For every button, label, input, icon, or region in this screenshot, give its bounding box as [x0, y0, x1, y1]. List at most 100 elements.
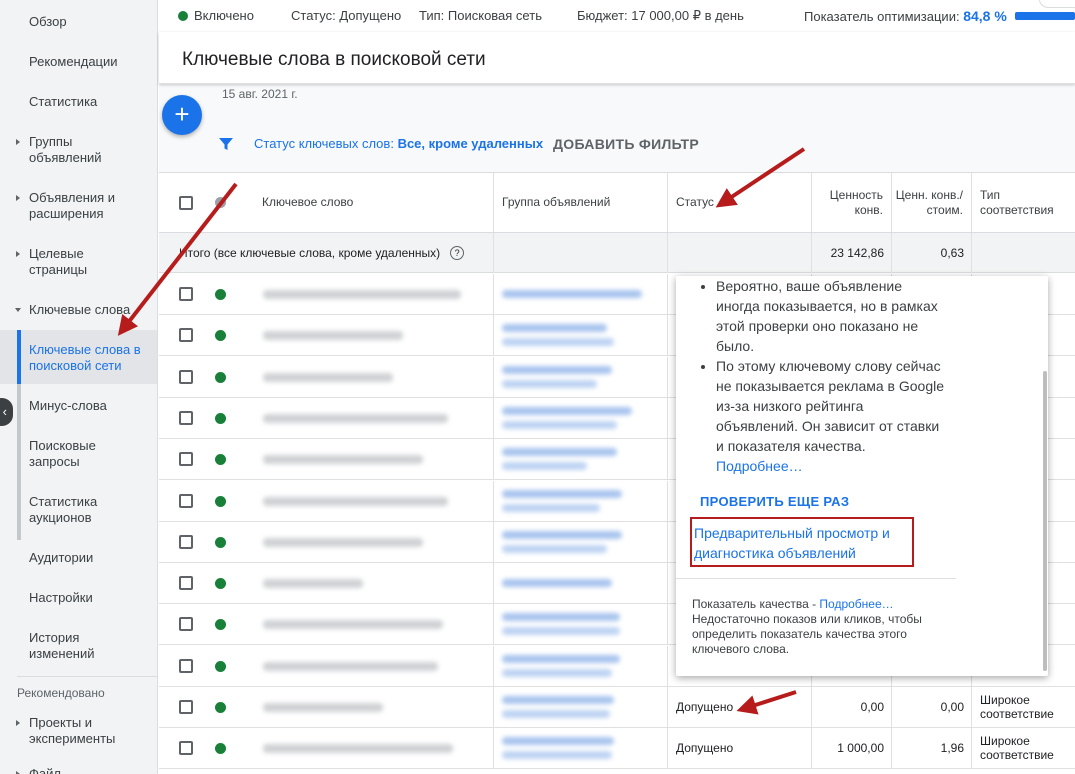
sidebar-item-recommendations[interactable]: Рекомендации — [0, 54, 157, 70]
sidebar-item-ads-extensions[interactable]: Объявления и расширения — [0, 190, 157, 222]
row-checkbox[interactable] — [179, 658, 193, 673]
col-divider — [493, 645, 494, 686]
sidebar-item-change-history[interactable]: История изменений — [0, 630, 157, 662]
conv-value-cell: 1 000,00 — [837, 741, 884, 756]
recheck-button[interactable]: ПРОВЕРИТЬ ЕЩЕ РАЗ — [700, 494, 849, 509]
sidebar-item-label: Целевые страницы — [29, 246, 88, 277]
col-divider — [493, 563, 494, 604]
sidebar-item-keywords[interactable]: Ключевые слова — [0, 302, 157, 318]
sidebar-item-overview[interactable]: Обзор — [0, 14, 157, 30]
ad-group-redacted — [502, 530, 622, 539]
header-match-type[interactable]: Тип соответствия — [972, 173, 1075, 232]
ad-group-redacted — [502, 489, 622, 498]
header-status[interactable]: Статус — [668, 173, 812, 232]
ad-group-redacted — [502, 462, 587, 471]
col-divider — [667, 397, 668, 438]
sidebar-item-search-keywords[interactable]: Ключевые слова в поисковой сети — [0, 330, 157, 384]
sidebar-item-search-terms[interactable]: Поисковые запросы — [0, 438, 157, 470]
col-divider — [493, 356, 494, 397]
learn-more-link[interactable]: Подробнее… — [716, 458, 803, 474]
sidebar-item-label: Минус-слова — [29, 398, 107, 413]
row-checkbox[interactable] — [179, 576, 193, 591]
status-dot-icon — [215, 619, 226, 631]
add-filter-button[interactable]: ДОБАВИТЬ ФИЛЬТР — [553, 136, 699, 152]
row-checkbox[interactable] — [179, 452, 193, 467]
ad-group-redacted — [502, 448, 617, 457]
keyword-redacted — [263, 537, 423, 547]
header-conv-value[interactable]: Ценность конв. — [812, 173, 892, 232]
ad-group-redacted — [502, 710, 610, 718]
status-details-popup: Вероятно, ваше объявление иногда показыв… — [676, 276, 1048, 676]
sidebar-item-settings[interactable]: Настройки — [0, 590, 157, 606]
header-ad-group[interactable]: Группа объявлений — [494, 173, 668, 232]
sidebar-item-file[interactable]: Файл — [0, 766, 157, 774]
total-label-text: Итого (все ключевые слова, кроме удаленн… — [179, 246, 441, 260]
campaign-state[interactable]: Включено — [178, 8, 254, 23]
sidebar-item-auction-insights[interactable]: Статистика аукционов — [0, 494, 157, 526]
col-divider — [667, 521, 668, 562]
status-dot-icon — [215, 371, 226, 383]
status-cell[interactable]: Допущено — [676, 728, 806, 768]
col-divider — [667, 563, 668, 604]
sidebar-item-ad-groups[interactable]: Группы объявлений — [0, 134, 157, 166]
status-cell[interactable]: Допущено — [676, 687, 806, 727]
ad-group-redacted — [502, 503, 600, 512]
sidebar-item-projects[interactable]: Проекты и эксперименты — [0, 715, 157, 747]
ad-group-redacted — [502, 324, 607, 333]
add-keyword-button[interactable]: + — [162, 95, 202, 135]
row-checkbox[interactable] — [179, 534, 193, 549]
ad-group-redacted — [502, 579, 612, 588]
quality-score-text: Недостаточно показов или кликов, чтобы о… — [692, 612, 922, 656]
sidebar-item-landing-pages[interactable]: Целевые страницы — [0, 246, 157, 278]
filter-icon[interactable] — [218, 136, 234, 152]
optimization-score-bar — [1015, 12, 1075, 20]
row-checkbox[interactable] — [179, 617, 193, 632]
table-row[interactable]: Допущено 0,00 0,00 Широкое соответствие — [159, 687, 1075, 728]
popup-scrollbar[interactable] — [1043, 371, 1047, 671]
select-all-checkbox[interactable] — [179, 195, 193, 210]
sidebar-item-audiences[interactable]: Аудитории — [0, 550, 157, 566]
row-checkbox[interactable] — [179, 493, 193, 508]
quality-score-more-link[interactable]: Подробнее… — [819, 597, 893, 611]
sidebar-item-label: Рекомендации — [29, 54, 118, 69]
status-dot-icon — [215, 454, 226, 466]
optimization-score[interactable]: Показатель оптимизации: 84,8 % — [804, 8, 1007, 24]
divider — [676, 578, 956, 579]
header-conv-value-cost[interactable]: Ценн. конв./ стоим. — [892, 173, 972, 232]
page-title: Ключевые слова в поисковой сети — [182, 49, 486, 70]
sidebar-item-label: Статистика — [29, 94, 98, 109]
sidebar: Обзор Рекомендации Статистика Группы объ… — [0, 0, 158, 774]
keyword-redacted — [263, 455, 423, 465]
help-icon[interactable]: ? — [450, 246, 465, 260]
date-range[interactable]: 15 авг. 2021 г. — [222, 87, 298, 101]
header-keyword[interactable]: Ключевое слово — [249, 173, 494, 232]
row-checkbox[interactable] — [179, 741, 193, 756]
sidebar-item-statistics[interactable]: Статистика — [0, 94, 157, 110]
filter-value: Все, кроме удаленных — [397, 136, 544, 151]
status-dot-icon — [178, 11, 188, 21]
ad-group-redacted — [502, 379, 597, 388]
campaign-budget[interactable]: Бюджет: 17 000,00 ₽ в день — [577, 8, 744, 24]
status-dot-icon — [215, 578, 226, 590]
col-divider — [667, 687, 668, 727]
keyword-redacted — [263, 744, 453, 754]
keyword-status-filter[interactable]: Статус ключевых слов: Все, кроме удаленн… — [254, 136, 543, 151]
row-checkbox[interactable] — [179, 369, 193, 384]
row-checkbox[interactable] — [179, 328, 193, 343]
row-checkbox[interactable] — [179, 410, 193, 425]
ad-group-redacted — [502, 696, 614, 704]
ad-group-redacted — [502, 751, 612, 760]
keyword-redacted — [263, 661, 438, 671]
status-dot-icon — [215, 743, 226, 755]
corner-button[interactable] — [1039, 0, 1075, 8]
row-checkbox[interactable] — [179, 287, 193, 301]
divider — [17, 676, 157, 677]
ad-preview-diagnosis-link[interactable]: Предварительный просмотр и диагностика о… — [690, 517, 914, 567]
sidebar-item-label: Группы объявлений — [29, 134, 102, 165]
conv-value-cost-cell: 0,00 — [940, 700, 964, 714]
table-row[interactable]: Допущено 1 000,00 1,96 Широкое соответствие — [159, 728, 1075, 770]
row-checkbox[interactable] — [179, 700, 193, 714]
col-divider — [667, 274, 668, 314]
sidebar-item-negative-keywords[interactable]: Минус-слова — [0, 398, 157, 414]
status-dot-icon — [215, 289, 226, 300]
